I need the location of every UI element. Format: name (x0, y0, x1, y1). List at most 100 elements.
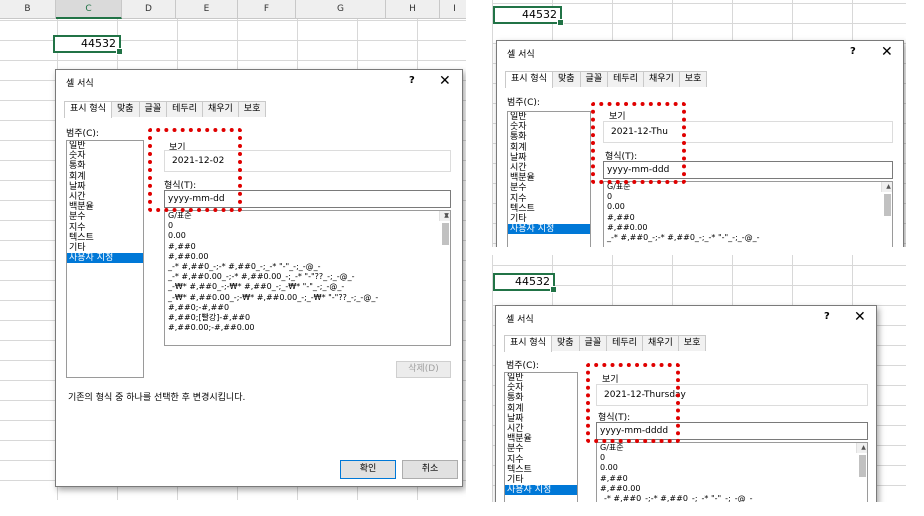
close-icon[interactable]: ✕ (881, 45, 893, 59)
cancel-button[interactable]: 취소 (402, 460, 458, 479)
category-item[interactable]: 백분율 (67, 202, 143, 212)
category-item[interactable]: 일반 (67, 141, 143, 151)
tab-alignment[interactable]: 맞춤 (551, 71, 581, 87)
category-item[interactable]: 통화 (505, 393, 577, 403)
scroll-thumb[interactable] (859, 455, 866, 477)
ok-button[interactable]: 확인 (340, 460, 396, 479)
format-item[interactable]: 0 (597, 453, 867, 463)
category-item[interactable]: 텍스트 (505, 465, 577, 475)
category-item[interactable]: 분수 (505, 444, 577, 454)
category-item[interactable]: 숫자 (505, 383, 577, 393)
category-item[interactable]: 텍스트 (67, 233, 143, 243)
category-item[interactable]: 일반 (505, 373, 577, 383)
category-item[interactable]: 분수 (508, 183, 590, 193)
column-header[interactable]: B (0, 0, 56, 19)
format-item[interactable]: #,##0.00 (604, 223, 892, 233)
category-item[interactable]: 시간 (508, 163, 590, 173)
column-header[interactable]: H (386, 0, 440, 19)
tab-font[interactable]: 글꼴 (579, 71, 609, 87)
format-item[interactable]: #,##0.00 (165, 252, 450, 262)
tab-fill[interactable]: 채우기 (641, 335, 679, 351)
category-item[interactable]: 날짜 (508, 153, 590, 163)
category-item[interactable]: 날짜 (505, 414, 577, 424)
selected-cell[interactable]: 44532 (493, 6, 564, 26)
category-item[interactable]: 통화 (67, 161, 143, 171)
tab-protection[interactable]: 보호 (237, 101, 267, 117)
category-item-custom[interactable]: 사용자 지정 (508, 224, 590, 235)
scroll-down-icon[interactable]: ▼ (440, 211, 450, 221)
tab-alignment[interactable]: 맞춤 (110, 101, 140, 117)
format-item[interactable]: #,##0.00 (597, 484, 867, 494)
format-item[interactable]: _-₩* #,##0.00_-;-₩* #,##0.00_-;_-₩* "-"?… (165, 293, 450, 303)
scroll-up-icon[interactable]: ▲ (857, 443, 867, 453)
scrollbar[interactable]: ▲ (881, 182, 892, 216)
format-item[interactable]: _-* #,##0.00_-;-* #,##0.00_-;_-* "-"??_-… (165, 272, 450, 282)
category-item[interactable]: 백분율 (505, 434, 577, 444)
tab-fill[interactable]: 채우기 (642, 71, 680, 87)
format-item[interactable]: #,##0;-#,##0 (165, 303, 450, 313)
category-item[interactable]: 회계 (67, 172, 143, 182)
column-header[interactable]: G (296, 0, 386, 19)
column-header[interactable]: I (440, 0, 466, 19)
format-item[interactable]: G/표준 (165, 211, 450, 221)
tab-font[interactable]: 글꼴 (578, 335, 608, 351)
close-icon[interactable]: ✕ (439, 74, 451, 88)
tab-number[interactable]: 표시 형식 (504, 335, 552, 352)
category-item[interactable]: 시간 (505, 424, 577, 434)
scroll-up-icon[interactable]: ▲ (882, 182, 892, 192)
scrollbar[interactable]: ▲ (856, 443, 867, 477)
selected-cell[interactable]: 44532 (493, 273, 557, 293)
category-item-custom[interactable]: 사용자 지정 (505, 485, 577, 496)
category-item[interactable]: 백분율 (508, 173, 590, 183)
format-list[interactable]: G/표준 0 0.00 #,##0 #,##0.00 _-* #,##0_-;-… (164, 210, 451, 346)
tab-alignment[interactable]: 맞춤 (550, 335, 580, 351)
category-list[interactable]: 일반 숫자 통화 회계 날짜 시간 백분율 분수 지수 텍스트 기타 사용자 지… (66, 140, 144, 378)
category-item[interactable]: 통화 (508, 132, 590, 142)
category-item[interactable]: 시간 (67, 192, 143, 202)
format-item[interactable]: G/표준 (597, 443, 867, 453)
format-list[interactable]: G/표준 0 0.00 #,##0 #,##0.00 _-* #,##0_-;-… (596, 442, 868, 502)
tab-border[interactable]: 테두리 (607, 71, 644, 87)
category-list[interactable]: 일반 숫자 통화 회계 날짜 시간 백분율 분수 지수 텍스트 기타 사용자 지… (507, 111, 591, 247)
category-item[interactable]: 기타 (67, 243, 143, 253)
format-item[interactable]: #,##0.00;-#,##0.00 (165, 323, 450, 333)
column-header[interactable]: D (122, 0, 176, 19)
category-item[interactable]: 숫자 (67, 151, 143, 161)
category-item[interactable]: 날짜 (67, 182, 143, 192)
scroll-thumb[interactable] (884, 194, 891, 216)
tab-protection[interactable]: 보호 (677, 335, 707, 351)
category-item[interactable]: 지수 (67, 223, 143, 233)
format-item[interactable]: 0 (604, 192, 892, 202)
format-item[interactable]: #,##0 (597, 474, 867, 484)
tab-border[interactable]: 테두리 (606, 335, 643, 351)
category-item[interactable]: 텍스트 (508, 204, 590, 214)
help-icon[interactable]: ? (409, 75, 415, 86)
format-item[interactable]: #,##0 (165, 242, 450, 252)
category-item[interactable]: 숫자 (508, 122, 590, 132)
category-item[interactable]: 지수 (505, 455, 577, 465)
delete-button[interactable]: 삭제(D) (396, 361, 451, 378)
format-item[interactable]: 0.00 (597, 463, 867, 473)
category-item[interactable]: 지수 (508, 194, 590, 204)
format-item[interactable]: #,##0 (604, 213, 892, 223)
tab-protection[interactable]: 보호 (678, 71, 708, 87)
format-item[interactable]: _-₩* #,##0_-;-₩* #,##0_-;_-₩* "-"_-;_-@_… (165, 282, 450, 292)
scrollbar[interactable]: ▲ ▼ (439, 211, 450, 245)
format-item[interactable]: #,##0;[빨강]-#,##0 (165, 313, 450, 323)
category-item[interactable]: 기타 (505, 475, 577, 485)
category-item[interactable]: 일반 (508, 112, 590, 122)
tab-font[interactable]: 글꼴 (138, 101, 168, 117)
category-item[interactable]: 회계 (508, 143, 590, 153)
format-item[interactable]: _-* #,##0_-;-* #,##0_-;_-* "-"_-;_-@_- (604, 233, 892, 243)
close-icon[interactable]: ✕ (854, 310, 866, 324)
format-list[interactable]: G/표준 0 0.00 #,##0 #,##0.00 _-* #,##0_-;-… (603, 181, 893, 247)
column-header[interactable]: F (238, 0, 296, 19)
category-list[interactable]: 일반 숫자 통화 회계 날짜 시간 백분율 분수 지수 텍스트 기타 사용자 지… (504, 372, 578, 502)
column-header[interactable]: C (56, 0, 122, 19)
tab-border[interactable]: 테두리 (166, 101, 203, 117)
format-item[interactable]: 0.00 (604, 202, 892, 212)
scroll-thumb[interactable] (442, 223, 449, 245)
format-item[interactable]: _-* #,##0_-;-* #,##0_-;_-* "-"_-;_-@_- (597, 494, 867, 502)
format-item[interactable]: 0.00 (165, 231, 450, 241)
category-item-custom[interactable]: 사용자 지정 (67, 253, 143, 264)
